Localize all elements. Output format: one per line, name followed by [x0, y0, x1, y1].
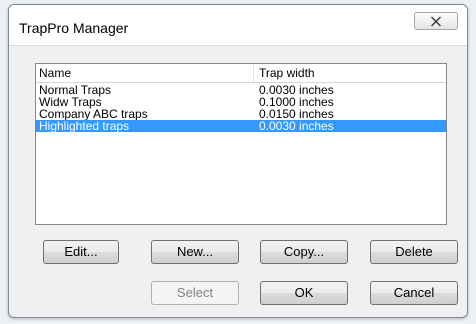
- select-button[interactable]: Select: [151, 281, 239, 305]
- trap-name: Highlighted traps: [39, 119, 130, 133]
- edit-button[interactable]: Edit...: [43, 240, 119, 264]
- trap-width: 0.0030 inches: [259, 119, 334, 133]
- title-bar: TrapPro Manager: [9, 5, 467, 46]
- close-icon: [431, 16, 441, 27]
- column-header-trap-width[interactable]: Trap width: [259, 66, 315, 80]
- trap-list[interactable]: Name Trap width Normal Traps 0.0030 inch…: [35, 63, 447, 225]
- window-title: TrapPro Manager: [19, 20, 129, 36]
- copy-button[interactable]: Copy...: [260, 240, 348, 264]
- trappro-manager-dialog: TrapPro Manager Name Trap width Normal T…: [8, 4, 468, 318]
- ok-button[interactable]: OK: [260, 281, 348, 305]
- column-header-name[interactable]: Name: [39, 66, 71, 80]
- close-button[interactable]: [414, 12, 458, 30]
- cancel-button[interactable]: Cancel: [370, 281, 458, 305]
- new-button[interactable]: New...: [151, 240, 239, 264]
- delete-button[interactable]: Delete: [370, 240, 458, 264]
- column-divider[interactable]: [253, 64, 254, 82]
- list-item-selected[interactable]: Highlighted traps 0.0030 inches: [36, 120, 446, 132]
- list-header: Name Trap width: [36, 64, 446, 83]
